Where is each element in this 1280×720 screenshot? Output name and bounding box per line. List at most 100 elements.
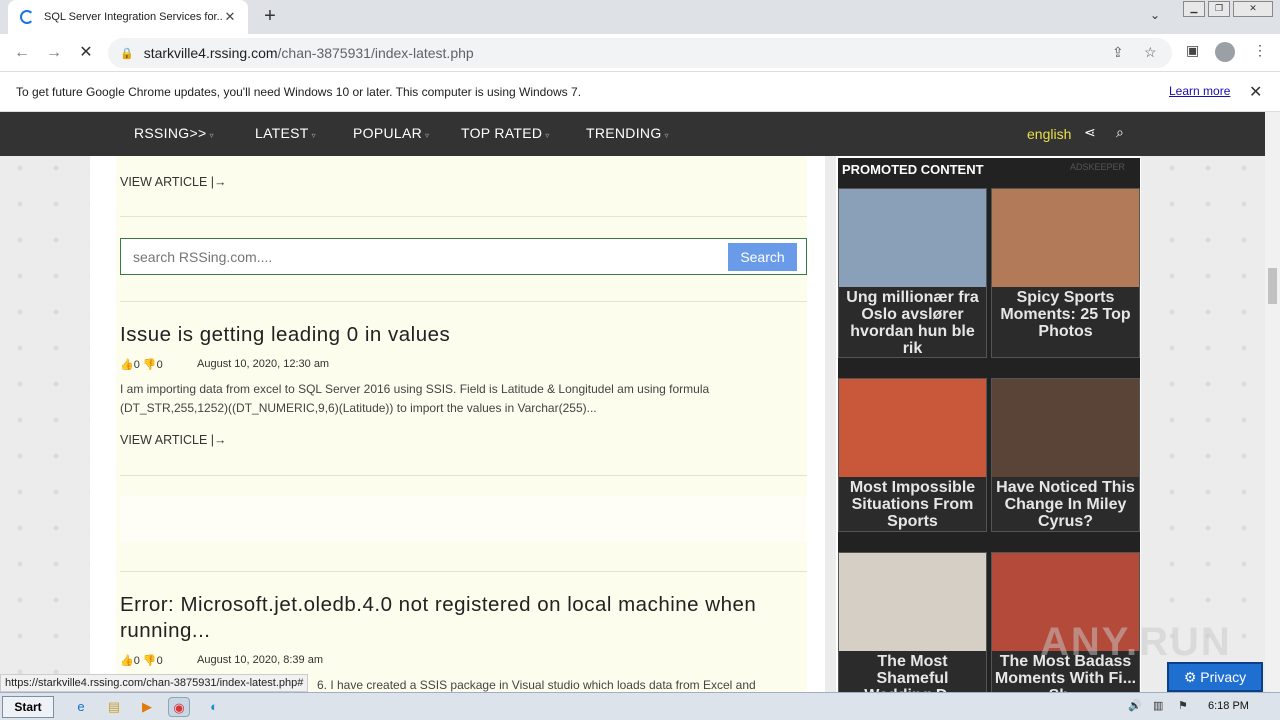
stop-loading-icon[interactable]: ✕ [74, 41, 98, 65]
promo-card[interactable]: Have Noticed This Change In Miley Cyrus? [991, 378, 1140, 532]
article-title[interactable]: Error: Microsoft.jet.oledb.4.0 not regis… [120, 592, 807, 644]
view-article-link[interactable]: VIEW ARTICLE |→ [120, 175, 227, 189]
page-scrollbar[interactable] [1265, 112, 1280, 692]
promo-image [992, 189, 1139, 287]
chevron-down-icon: ▿ [664, 131, 669, 140]
article-excerpt: I am importing data from excel to SQL Se… [120, 382, 710, 415]
thumbs-up-icon[interactable]: 👍 [120, 655, 134, 667]
article-date: August 10, 2020, 12:30 am [197, 358, 330, 370]
chrome-icon[interactable]: ◉ [168, 697, 190, 717]
address-bar[interactable]: 🔒 starkville4.rssing.com/chan-3875931/in… [108, 38, 1172, 68]
flag-icon[interactable]: ⚑ [1178, 699, 1188, 712]
ad-placeholder [120, 496, 807, 542]
network-icon[interactable]: ▥ [1153, 699, 1163, 712]
chevron-down-icon: ▿ [311, 131, 316, 140]
folder-icon[interactable]: ▤ [103, 697, 125, 717]
volume-icon[interactable]: 🔊 [1128, 699, 1142, 712]
like-count: 0 [133, 359, 140, 371]
article-date: August 10, 2020, 8:39 am [197, 654, 323, 666]
forward-arrow-icon[interactable]: → [42, 41, 66, 65]
bookmark-star-icon[interactable]: ☆ [1144, 44, 1157, 61]
tab-strip: SQL Server Integration Services for... ✕… [0, 0, 1280, 34]
clock[interactable]: 6:18 PM [1208, 700, 1249, 712]
article-list: VIEW ARTICLE |→ Search Issue is getting … [116, 156, 807, 692]
search-input[interactable] [121, 239, 721, 274]
chevron-down-icon: ▿ [545, 131, 550, 140]
promo-caption: Spicy Sports Moments: 25 Top Photos [1000, 289, 1131, 340]
learn-more-link[interactable]: Learn more [1169, 84, 1230, 98]
nav-item-top-rated[interactable]: TOP RATED ▿ [461, 125, 550, 141]
infobar-message: To get future Google Chrome updates, you… [16, 84, 582, 99]
nav-item-popular[interactable]: POPULAR ▿ [353, 125, 429, 141]
promoted-content: PROMOTED CONTENT ADSKEEPER Ung millionær… [838, 158, 1140, 692]
site-search: Search [120, 238, 807, 275]
start-button[interactable]: Start [2, 696, 54, 718]
chevron-down-icon: ▿ [209, 131, 214, 140]
loading-spinner-icon [20, 10, 34, 24]
share-icon[interactable]: ⋖ [1084, 124, 1096, 141]
promo-header: PROMOTED CONTENT [842, 162, 984, 177]
browser-tab[interactable]: SQL Server Integration Services for... ✕ [8, 0, 248, 34]
promo-card[interactable]: The Most Shameful Wedding D... [838, 552, 987, 692]
promo-caption: Have Noticed This Change In Miley Cyrus? [996, 479, 1135, 530]
scrollbar-thumb[interactable] [1268, 268, 1277, 304]
site-nav: RSSING>> ▿ LATEST ▿ POPULAR ▿ TOP RATED ▿ TR… [0, 112, 1265, 156]
share-icon[interactable]: ⇪ [1112, 44, 1124, 61]
back-arrow-icon[interactable]: ← [10, 41, 34, 65]
dislike-count: 0 [156, 359, 163, 371]
close-window-button[interactable]: ✕ [1233, 1, 1273, 17]
lock-icon: 🔒 [120, 47, 134, 60]
windows-taskbar: Start e ▤ ▶ ◉ ◐ 🔊 ▥ ⚑ 6:18 PM [0, 692, 1280, 720]
internet-explorer-icon[interactable]: e [70, 697, 92, 717]
article-meta: 👍0 👎0 August 10, 2020, 8:39 am [120, 654, 323, 667]
promo-image [992, 379, 1139, 477]
privacy-button[interactable]: ⚙ Privacy [1167, 662, 1263, 692]
search-button[interactable]: Search [728, 243, 797, 271]
promo-image [839, 379, 986, 477]
url-domain: starkville4.rssing.com [143, 45, 278, 61]
close-tab-icon[interactable]: ✕ [222, 9, 238, 25]
divider [120, 301, 807, 302]
media-player-icon[interactable]: ▶ [136, 697, 158, 717]
like-count: 0 [133, 655, 140, 667]
nav-item-latest[interactable]: LATEST ▿ [255, 125, 316, 141]
side-panel-icon[interactable]: ▣ [1186, 42, 1199, 59]
restore-button[interactable]: ❐ [1208, 1, 1230, 17]
nav-item-rssing[interactable]: RSSING>> ▿ [134, 125, 214, 141]
article-excerpt: 6. I have created a SSIS package in Visu… [317, 678, 756, 692]
language-selector[interactable]: english [1027, 126, 1071, 142]
minimize-button[interactable]: ▁ [1183, 1, 1205, 17]
search-icon[interactable]: ⌕ [1116, 124, 1124, 141]
url-path: /chan-3875931/index-latest.php [277, 45, 474, 61]
status-bar-url: https://starkville4.rssing.com/chan-3875… [0, 674, 309, 692]
thumbs-up-icon[interactable]: 👍 [120, 359, 134, 371]
divider [120, 571, 807, 572]
page-viewport: RSSING>> ▿ LATEST ▿ POPULAR ▿ TOP RATED ▿ TR… [0, 112, 1265, 692]
promo-card[interactable]: Spicy Sports Moments: 25 Top Photos [991, 188, 1140, 358]
menu-dots-icon[interactable]: ⋮ [1253, 42, 1267, 59]
divider [120, 216, 807, 217]
anyrun-watermark: ANY.RUN [1040, 620, 1232, 664]
nav-item-trending[interactable]: TRENDING ▿ [586, 125, 669, 141]
update-infobar: To get future Google Chrome updates, you… [0, 72, 1280, 112]
tab-search-chevron-icon[interactable]: ⌄ [1150, 8, 1160, 22]
article-title[interactable]: Issue is getting leading 0 in values [120, 322, 807, 348]
infobar-close-icon[interactable]: ✕ [1249, 82, 1262, 102]
promo-image [839, 553, 986, 651]
tab-title: SQL Server Integration Services for... [44, 11, 222, 23]
edge-icon[interactable]: ◐ [203, 697, 225, 717]
promo-caption: The Most Shameful Wedding D... [864, 653, 961, 692]
promo-image [839, 189, 986, 287]
thumbs-down-icon[interactable]: 👎 [143, 655, 157, 667]
profile-avatar[interactable] [1215, 42, 1235, 62]
promo-caption: Ung millionær fra Oslo avslører hvordan … [846, 289, 979, 357]
promo-caption: Most Impossible Situations From Sports [849, 479, 976, 530]
promo-card[interactable]: Ung millionær fra Oslo avslører hvordan … [838, 188, 987, 358]
adskeeper-logo[interactable]: ADSKEEPER [1070, 162, 1125, 172]
thumbs-down-icon[interactable]: 👎 [143, 359, 157, 371]
view-article-link[interactable]: VIEW ARTICLE |→ [120, 433, 227, 447]
divider [120, 475, 807, 476]
new-tab-button[interactable]: + [258, 5, 282, 29]
promo-card[interactable]: Most Impossible Situations From Sports [838, 378, 987, 532]
browser-toolbar: ← → ✕ 🔒 starkville4.rssing.com/chan-3875… [0, 34, 1280, 72]
